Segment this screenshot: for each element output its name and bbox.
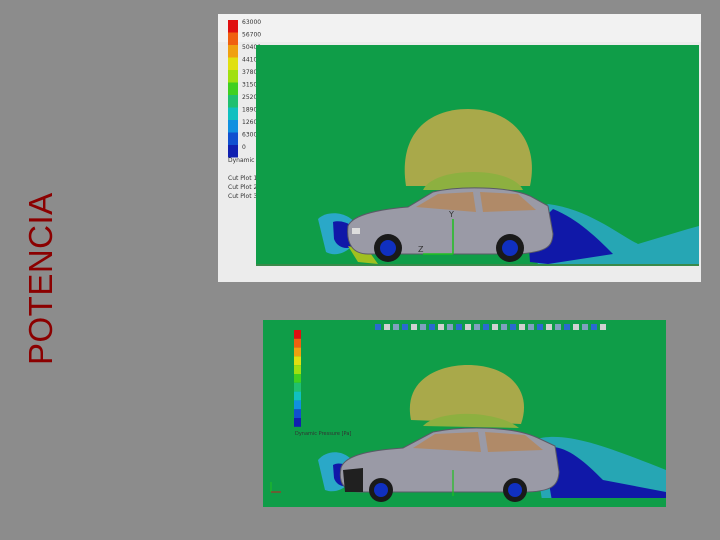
flow-plot-top: 6300056700504004410037800315002520018900… bbox=[218, 14, 701, 282]
toolbar-icon[interactable] bbox=[483, 324, 489, 330]
legend-swatch bbox=[228, 107, 238, 120]
legend-value: 56700 bbox=[242, 32, 261, 39]
legend-value: 6300 bbox=[242, 132, 257, 139]
legend-swatch bbox=[228, 120, 238, 133]
toolbar-icon[interactable] bbox=[591, 324, 597, 330]
toolbar-icon[interactable] bbox=[555, 324, 561, 330]
toolbar-icon[interactable] bbox=[573, 324, 579, 330]
toolbar-icon[interactable] bbox=[402, 324, 408, 330]
toolbar-icon[interactable] bbox=[474, 324, 480, 330]
toolbar-icon[interactable] bbox=[456, 324, 462, 330]
legend-swatch bbox=[294, 400, 301, 410]
legend-color-bar bbox=[228, 20, 238, 158]
legend-swatch bbox=[294, 338, 301, 348]
legend-swatch bbox=[228, 95, 238, 108]
legend-swatch bbox=[294, 347, 301, 357]
legend-swatch bbox=[228, 20, 238, 33]
toolbar-icon[interactable] bbox=[600, 324, 606, 330]
legend-value: 0 bbox=[242, 144, 246, 151]
toolbar-icon[interactable] bbox=[528, 324, 534, 330]
toolbar-icon[interactable] bbox=[492, 324, 498, 330]
legend-color-bar bbox=[294, 330, 301, 427]
toolbar-icon[interactable] bbox=[465, 324, 471, 330]
legend-swatch bbox=[294, 409, 301, 418]
simulation-screenshot-bottom: Dynamic Pressure [Pa] bbox=[263, 320, 666, 507]
legend-title: Dynamic Pressure [Pa] bbox=[295, 431, 351, 437]
slide-title: POTENCIA bbox=[22, 192, 59, 365]
toolbar-icon[interactable] bbox=[501, 324, 507, 330]
toolbar-icon[interactable] bbox=[393, 324, 399, 330]
legend-swatch bbox=[228, 145, 238, 158]
legend-swatch bbox=[228, 132, 238, 145]
legend-swatch bbox=[228, 45, 238, 58]
flow-plot-bottom: Dynamic Pressure [Pa] bbox=[263, 320, 666, 507]
axis-label-y: Y bbox=[448, 210, 454, 219]
toolbar-icon[interactable] bbox=[510, 324, 516, 330]
toolbar-icon[interactable] bbox=[411, 324, 417, 330]
simulation-screenshot-top: 63000 56700 50400 44100 37800 31500 25200 18900… bbox=[218, 14, 701, 282]
legend-swatch bbox=[228, 57, 238, 70]
toolbar-icons[interactable] bbox=[373, 322, 606, 332]
axis-label-z: Z bbox=[418, 245, 424, 254]
toolbar-icon[interactable] bbox=[564, 324, 570, 330]
toolbar-icon[interactable] bbox=[438, 324, 444, 330]
toolbar-icon[interactable] bbox=[420, 324, 426, 330]
legend-swatch bbox=[228, 32, 238, 45]
legend-swatch bbox=[294, 330, 301, 339]
legend-swatch bbox=[294, 374, 301, 383]
legend-swatch bbox=[228, 70, 238, 83]
toolbar-icon[interactable] bbox=[537, 324, 543, 330]
legend-swatch bbox=[294, 382, 301, 392]
legend-swatch bbox=[294, 391, 301, 401]
toolbar-icon[interactable] bbox=[546, 324, 552, 330]
toolbar-icon[interactable] bbox=[375, 324, 381, 330]
toolbar-icon[interactable] bbox=[519, 324, 525, 330]
legend-value: 63000 bbox=[242, 19, 261, 26]
legend-swatch bbox=[294, 356, 301, 366]
toolbar-icon[interactable] bbox=[447, 324, 453, 330]
legend-swatch bbox=[294, 418, 301, 427]
toolbar-icon[interactable] bbox=[384, 324, 390, 330]
toolbar-icon[interactable] bbox=[429, 324, 435, 330]
toolbar-icon[interactable] bbox=[582, 324, 588, 330]
legend-swatch bbox=[228, 82, 238, 95]
legend-swatch bbox=[294, 365, 301, 374]
